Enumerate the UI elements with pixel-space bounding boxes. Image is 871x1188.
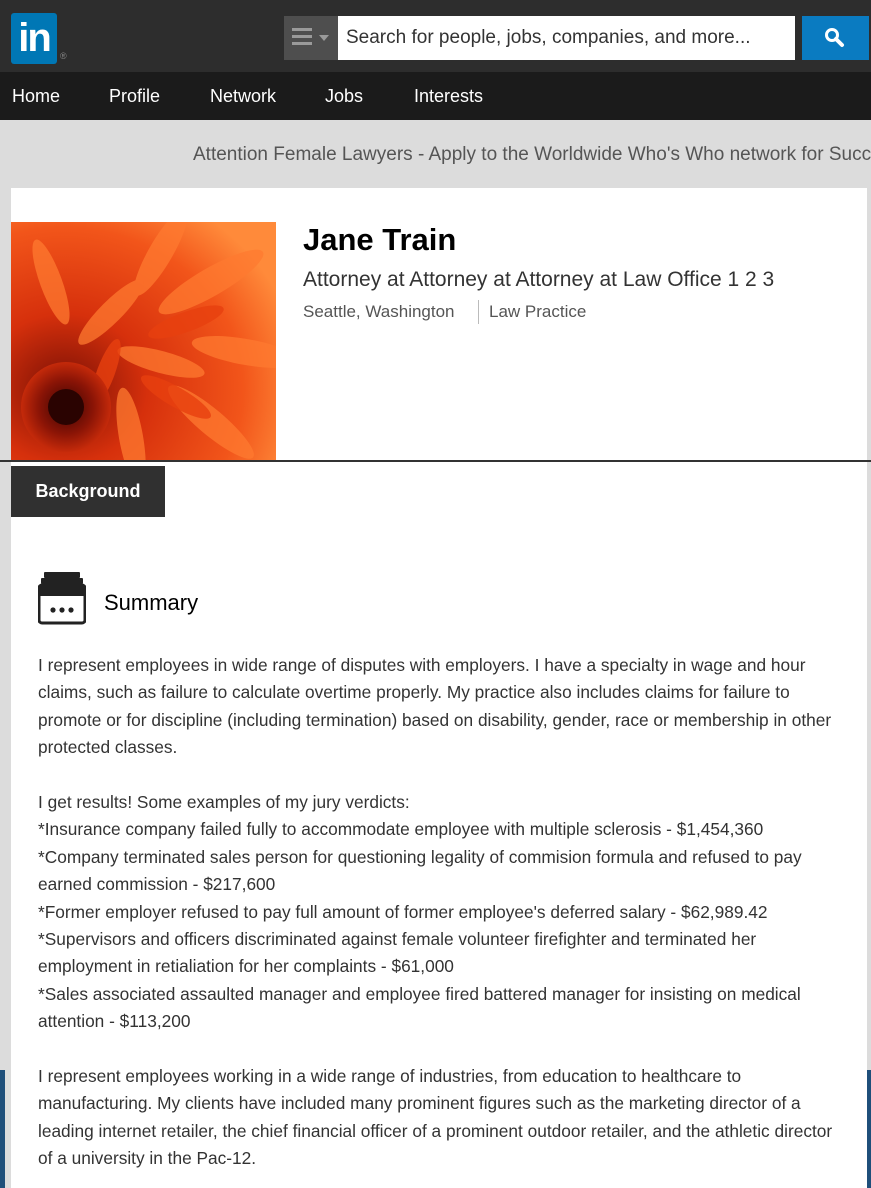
- profile-headline: Attorney at Attorney at Attorney at Law …: [303, 268, 775, 291]
- summary-line: claims, such as failure to calculate ove…: [38, 682, 790, 703]
- window-edge-left: [0, 1070, 5, 1188]
- summary-line: I represent employees working in a wide …: [38, 1066, 742, 1087]
- summary-line: employment in retialiation for her compl…: [38, 956, 454, 977]
- summary-title: Summary: [104, 590, 199, 615]
- search-input[interactable]: [338, 16, 795, 60]
- summary-line: promote or for discipline (including ter…: [38, 709, 832, 730]
- summary-line: *Company terminated sales person for que…: [38, 846, 802, 867]
- summary-line: *Sales associated assaulted manager and …: [38, 983, 801, 1004]
- profile-card: Jane Train Attorney at Attorney at Attor…: [11, 188, 867, 460]
- window-edge-right: [867, 1070, 871, 1188]
- tab-background[interactable]: Background: [11, 466, 165, 517]
- nav-item-home[interactable]: Home: [12, 86, 60, 107]
- summary-line: *Insurance company failed fully to accom…: [38, 819, 764, 840]
- summary-line: *Former employer refused to pay full amo…: [38, 901, 768, 922]
- summary-line: earned commission - $217,600: [38, 874, 276, 895]
- registered-mark: ®: [60, 51, 67, 61]
- profile-location[interactable]: Seattle, Washington: [303, 302, 455, 322]
- summary-line: attention - $113,200: [38, 1011, 191, 1032]
- summary-line: *Supervisors and officers discriminated …: [38, 929, 757, 950]
- summary-text: I represent employees in wide range of d…: [38, 652, 838, 1173]
- chevron-down-icon: [319, 35, 329, 41]
- search-category-menu-button[interactable]: [284, 16, 338, 60]
- nav-item-network[interactable]: Network: [210, 86, 276, 107]
- summary-line: of a university in the Pac-12.: [38, 1148, 257, 1169]
- summary-line: leading internet retailer, the chief fin…: [38, 1120, 833, 1141]
- summary-line: I represent employees in wide range of d…: [38, 655, 806, 675]
- nav-item-jobs[interactable]: Jobs: [325, 86, 363, 107]
- profile-name: Jane Train: [303, 222, 457, 257]
- profile-industry[interactable]: Law Practice: [489, 302, 586, 322]
- profile-photo[interactable]: [11, 222, 276, 460]
- summary-icon: [38, 572, 86, 625]
- linkedin-logo[interactable]: in: [11, 13, 57, 64]
- nav-item-profile[interactable]: Profile: [109, 86, 160, 107]
- location-separator: [478, 300, 479, 324]
- search-icon: [825, 28, 844, 47]
- top-bar: in ®: [0, 0, 871, 72]
- main-nav: Home Profile Network Jobs Interests: [0, 72, 871, 120]
- ad-text[interactable]: Attention Female Lawyers - Apply to the …: [193, 144, 871, 166]
- summary-line: I get results! Some examples of my jury …: [38, 792, 410, 813]
- summary-line: protected classes.: [38, 737, 178, 758]
- menu-icon: [292, 28, 312, 49]
- summary-line: manufacturing. My clients have included …: [38, 1093, 801, 1114]
- nav-item-interests[interactable]: Interests: [414, 86, 483, 107]
- ad-banner[interactable]: Attention Female Lawyers - Apply to the …: [0, 120, 871, 188]
- background-section: Background Summary I represent employees…: [11, 462, 867, 1188]
- search-button[interactable]: [802, 16, 869, 60]
